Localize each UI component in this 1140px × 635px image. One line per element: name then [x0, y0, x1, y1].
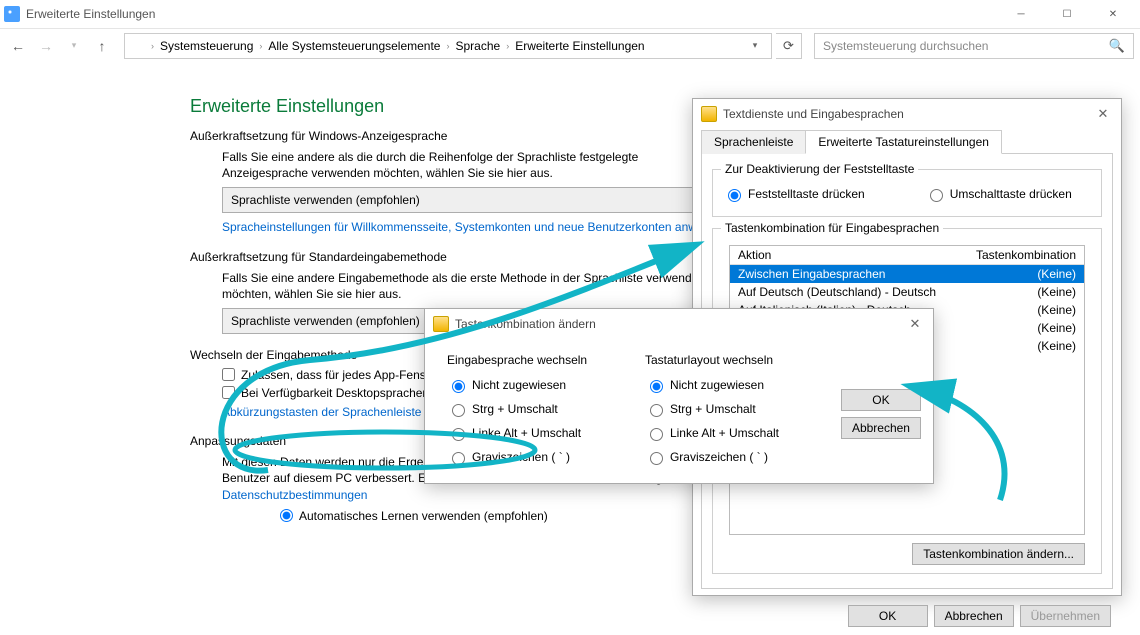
- keyboard-layout-switch-group: Tastaturlayout wechseln Nicht zugewiesen…: [643, 349, 813, 469]
- close-button[interactable]: ✕: [1090, 0, 1136, 28]
- display-language-combo[interactable]: Sprachliste verwenden (empfohlen): [222, 187, 742, 213]
- dialog1-titlebar: Textdienste und Eingabesprachen ✕: [693, 99, 1121, 129]
- list-header: Aktion Tastenkombination: [730, 246, 1084, 265]
- crumb-3[interactable]: Erweiterte Einstellungen: [515, 39, 644, 53]
- search-placeholder: Systemsteuerung durchsuchen: [823, 39, 988, 53]
- crumb-2[interactable]: Sprache: [455, 39, 500, 53]
- minimize-button[interactable]: ─: [998, 0, 1044, 28]
- colA-title: Eingabesprache wechseln: [447, 353, 613, 367]
- section2-body: Falls Sie eine andere Eingabemethode als…: [190, 270, 710, 302]
- refresh-button[interactable]: ⟳: [776, 33, 802, 59]
- address-dropdown[interactable]: ▾: [745, 40, 765, 51]
- dialog2-title: Tastenkombination ändern: [455, 317, 596, 331]
- address-bar[interactable]: › Systemsteuerung › Alle Systemsteuerung…: [124, 33, 772, 59]
- dialog1-buttons: OK Abbrechen Übernehmen: [693, 597, 1121, 635]
- back-button[interactable]: ←: [6, 34, 30, 58]
- window-title: Erweiterte Einstellungen: [26, 7, 155, 21]
- forward-button[interactable]: →: [34, 34, 58, 58]
- radio-A-1[interactable]: Strg + Umschalt: [447, 401, 613, 417]
- radio-A-2[interactable]: Linke Alt + Umschalt: [447, 425, 613, 441]
- list-row-1[interactable]: Auf Deutsch (Deutschland) - Deutsch(Kein…: [730, 283, 1084, 301]
- change-key-sequence-dialog: Tastenkombination ändern ✕ Eingabesprach…: [424, 308, 934, 484]
- dialog1-title: Textdienste und Eingabesprachen: [723, 107, 904, 121]
- welcome-settings-link[interactable]: Spracheinstellungen für Willkommensseite…: [222, 220, 730, 234]
- radio-B-2[interactable]: Linke Alt + Umschalt: [645, 425, 811, 441]
- dialog2-titlebar: Tastenkombination ändern ✕: [425, 309, 933, 339]
- radio-B-0[interactable]: Nicht zugewiesen: [645, 377, 811, 393]
- shift-press-radio[interactable]: Umschalttaste drücken: [925, 186, 1072, 202]
- tab-advanced-keyboard[interactable]: Erweiterte Tastatureinstellungen: [805, 130, 1002, 154]
- path-icon: [131, 39, 145, 53]
- crumb-0[interactable]: Systemsteuerung: [160, 39, 253, 53]
- dialog1-ok[interactable]: OK: [848, 605, 928, 627]
- privacy-link[interactable]: Datenschutzbestimmungen: [222, 488, 367, 502]
- search-icon: 🔍: [1109, 38, 1125, 54]
- app-icon: [4, 6, 20, 22]
- tab-language-bar[interactable]: Sprachenleiste: [701, 130, 806, 154]
- caps-lock-group: Zur Deaktivierung der Feststelltaste Fes…: [712, 162, 1102, 217]
- colB-title: Tastaturlayout wechseln: [645, 353, 811, 367]
- dialog2-cancel[interactable]: Abbrechen: [841, 417, 921, 439]
- up-button[interactable]: ↑: [90, 34, 114, 58]
- navigation-bar: ← → ▾ ↑ › Systemsteuerung › Alle Systems…: [0, 28, 1140, 62]
- radio-B-1[interactable]: Strg + Umschalt: [645, 401, 811, 417]
- caps-lock-legend: Zur Deaktivierung der Feststelltaste: [721, 162, 918, 176]
- dialog2-ok[interactable]: OK: [841, 389, 921, 411]
- crumb-1[interactable]: Alle Systemsteuerungselemente: [268, 39, 440, 53]
- input-language-switch-group: Eingabesprache wechseln Nicht zugewiesen…: [445, 349, 615, 469]
- chevron-right-icon: ›: [259, 41, 262, 51]
- caps-press-radio[interactable]: Feststelltaste drücken: [723, 186, 865, 202]
- section1-body: Falls Sie eine andere als die durch die …: [190, 149, 710, 181]
- window-titlebar: Erweiterte Einstellungen ─ ☐ ✕: [0, 0, 1140, 28]
- dialog1-apply[interactable]: Übernehmen: [1020, 605, 1111, 627]
- keyboard-icon: [701, 106, 717, 122]
- dialog1-cancel[interactable]: Abbrechen: [934, 605, 1014, 627]
- radio-A-0[interactable]: Nicht zugewiesen: [447, 377, 613, 393]
- radio-B-3[interactable]: Graviszeichen ( ` ): [645, 449, 811, 465]
- chevron-right-icon: ›: [151, 41, 154, 51]
- list-row-0[interactable]: Zwischen Eingabesprachen(Keine): [730, 265, 1084, 283]
- radio-A-3[interactable]: Graviszeichen ( ` ): [447, 449, 613, 465]
- chevron-right-icon: ›: [506, 41, 509, 51]
- hotkey-legend: Tastenkombination für Eingabesprachen: [721, 221, 943, 235]
- change-key-sequence-button[interactable]: Tastenkombination ändern...: [912, 543, 1085, 565]
- search-box[interactable]: Systemsteuerung durchsuchen 🔍: [814, 33, 1134, 59]
- keyboard-icon: [433, 316, 449, 332]
- recent-dropdown[interactable]: ▾: [62, 34, 86, 58]
- dialog1-close-button[interactable]: ✕: [1093, 106, 1113, 122]
- chevron-right-icon: ›: [446, 41, 449, 51]
- maximize-button[interactable]: ☐: [1044, 0, 1090, 28]
- dialog1-tabs: Sprachenleiste Erweiterte Tastatureinste…: [701, 129, 1113, 154]
- dialog2-close-button[interactable]: ✕: [905, 316, 925, 332]
